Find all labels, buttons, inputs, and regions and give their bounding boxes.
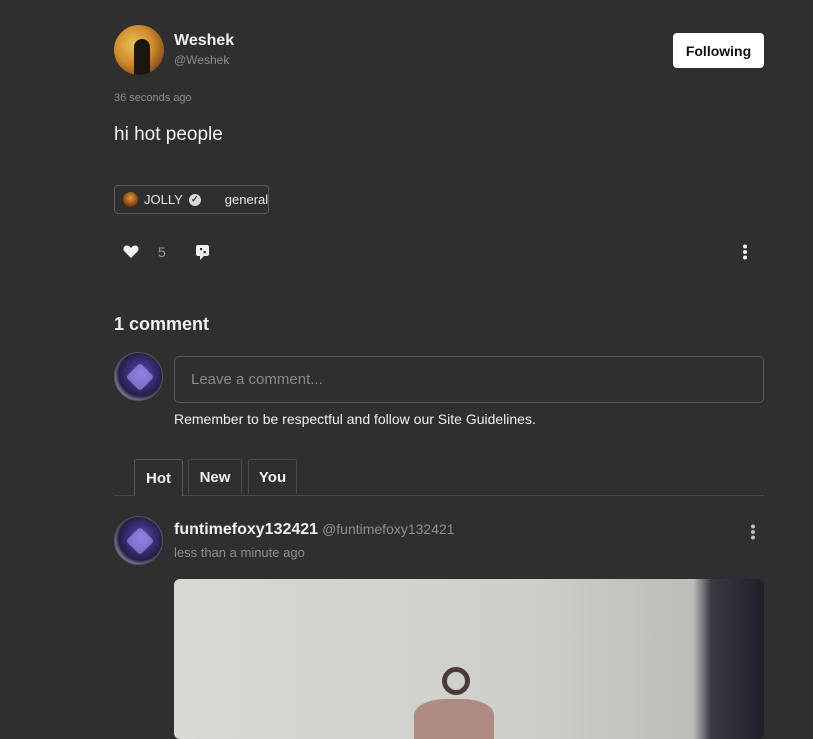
tab-new[interactable]: New xyxy=(188,459,242,494)
comment-more-vertical-icon[interactable] xyxy=(750,524,756,545)
commenter-name-row: funtimefoxy132421 @funtimefoxy132421 xyxy=(174,521,455,539)
share-icon[interactable] xyxy=(194,243,212,266)
tab-you[interactable]: You xyxy=(248,459,297,494)
post-actions: 5 xyxy=(114,240,764,266)
post-timestamp: 36 seconds ago xyxy=(114,92,192,104)
site-guidelines-notice: Remember to be respectful and follow our… xyxy=(174,411,536,427)
tab-hot[interactable]: Hot xyxy=(134,459,183,496)
channel-tag[interactable]: general xyxy=(225,192,268,207)
community-icon xyxy=(123,192,138,207)
author-avatar[interactable] xyxy=(114,25,164,75)
following-button[interactable]: Following xyxy=(673,33,764,68)
heart-icon[interactable] xyxy=(123,244,139,264)
post-tags: JOLLY ✓ general xyxy=(114,185,269,214)
author-name[interactable]: Weshek xyxy=(174,32,234,50)
comment-sort-tabs: Hot New You xyxy=(114,459,764,496)
comment-media-image[interactable] xyxy=(174,579,764,739)
author-handle: @Weshek xyxy=(174,53,230,67)
more-vertical-icon[interactable] xyxy=(742,244,748,265)
verified-badge-icon: ✓ xyxy=(188,193,201,206)
community-tag-label: JOLLY xyxy=(144,192,183,207)
comment-input[interactable] xyxy=(174,356,764,403)
comment-timestamp: less than a minute ago xyxy=(174,545,305,560)
community-tag[interactable]: JOLLY ✓ xyxy=(115,186,201,213)
like-count: 5 xyxy=(158,244,166,260)
commenter-handle: @funtimefoxy132421 xyxy=(322,521,455,537)
post-text: hi hot people xyxy=(114,124,223,145)
commenter-avatar[interactable] xyxy=(114,516,163,565)
current-user-avatar[interactable] xyxy=(114,352,163,401)
comment-count: 1 comment xyxy=(114,314,210,334)
commenter-name[interactable]: funtimefoxy132421 xyxy=(174,521,318,538)
